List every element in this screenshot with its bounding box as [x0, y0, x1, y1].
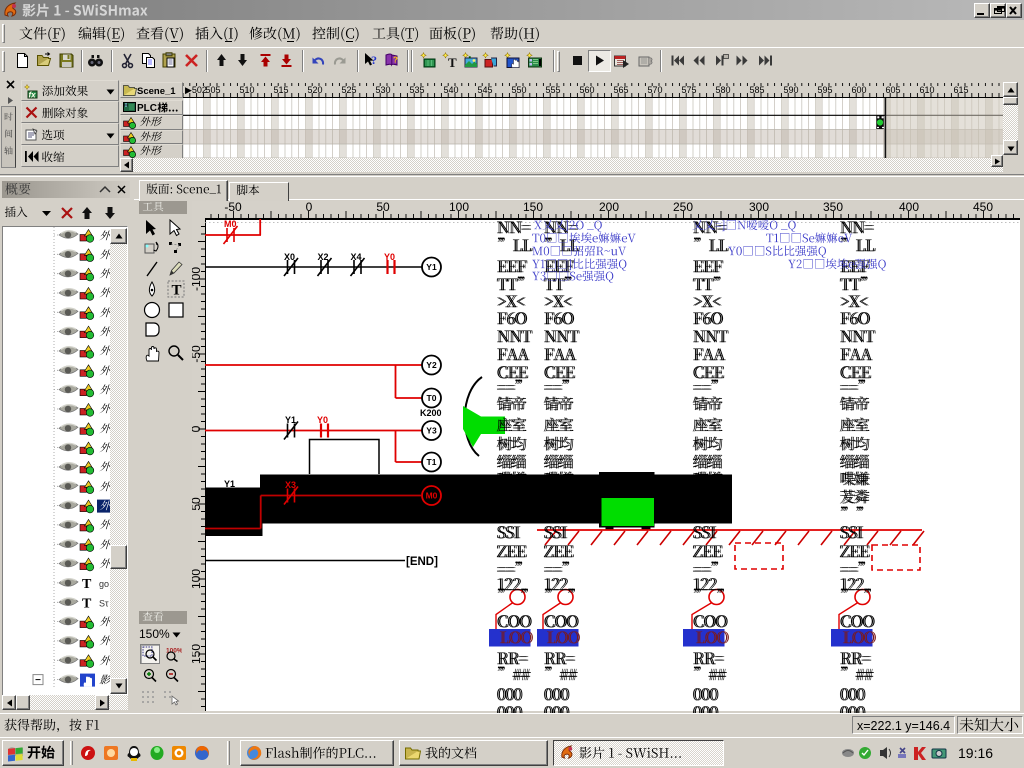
svg-text:-100: -100 [192, 267, 203, 291]
svg-text:510: 510 [239, 85, 254, 95]
svg-text:M0: M0 [224, 219, 237, 229]
svg-text:525: 525 [341, 85, 356, 95]
svg-text:560: 560 [579, 85, 594, 95]
svg-text:520: 520 [307, 85, 322, 95]
svg-text:T: T [172, 283, 182, 299]
svg-text:50: 50 [376, 201, 390, 214]
svg-text:580: 580 [715, 85, 730, 95]
svg-text:545: 545 [477, 85, 492, 95]
svg-text:505: 505 [205, 85, 220, 95]
svg-text:-50: -50 [224, 201, 242, 214]
svg-text:600: 600 [851, 85, 866, 95]
svg-text:570: 570 [647, 85, 662, 95]
svg-text:300: 300 [749, 201, 769, 214]
svg-text:T: T [448, 55, 457, 69]
svg-text:150: 150 [523, 201, 543, 214]
svg-text:T1: T1 [427, 457, 437, 467]
svg-text:605: 605 [885, 85, 900, 95]
svg-text:X0: X0 [284, 252, 295, 262]
svg-text:[END]: [END] [406, 556, 438, 568]
svg-text:610: 610 [919, 85, 934, 95]
svg-text:?: ? [371, 53, 377, 67]
svg-text:250: 250 [673, 201, 693, 214]
svg-text:K200: K200 [420, 408, 442, 418]
svg-text:M0: M0 [426, 491, 438, 501]
svg-text:615: 615 [953, 85, 968, 95]
svg-text:X2: X2 [318, 252, 329, 262]
svg-text:Y2: Y2 [426, 360, 437, 370]
svg-text:gο: gο [99, 579, 109, 589]
svg-text:595: 595 [817, 85, 832, 95]
svg-text:Y1: Y1 [285, 415, 296, 425]
svg-text:50: 50 [192, 497, 203, 511]
svg-text:515: 515 [273, 85, 288, 95]
svg-text:350: 350 [823, 201, 843, 214]
svg-text:Sτ: Sτ [99, 598, 109, 608]
svg-text:200: 200 [599, 201, 619, 214]
svg-text:575: 575 [681, 85, 696, 95]
svg-text:530: 530 [375, 85, 390, 95]
svg-text:Y0: Y0 [384, 252, 395, 262]
svg-text:450: 450 [973, 201, 993, 214]
svg-text:565: 565 [613, 85, 628, 95]
svg-text:535: 535 [409, 85, 424, 95]
svg-text:100: 100 [192, 569, 203, 589]
svg-text:T: T [82, 577, 92, 592]
svg-text:540: 540 [443, 85, 458, 95]
svg-text:Y3: Y3 [426, 426, 437, 436]
svg-text:585: 585 [749, 85, 764, 95]
svg-text:0: 0 [306, 201, 313, 214]
svg-text:0: 0 [192, 425, 203, 432]
svg-text:100: 100 [449, 201, 469, 214]
svg-text:-50: -50 [192, 345, 203, 363]
svg-text:555: 555 [545, 85, 560, 95]
svg-text:T: T [82, 596, 92, 611]
svg-text:590: 590 [783, 85, 798, 95]
svg-text:T0: T0 [427, 393, 437, 403]
svg-text:150: 150 [192, 644, 203, 664]
svg-text:400: 400 [899, 201, 919, 214]
svg-text:550: 550 [511, 85, 526, 95]
svg-text:Y0: Y0 [317, 415, 328, 425]
svg-text:Y1: Y1 [426, 262, 437, 272]
svg-text:Y1: Y1 [224, 479, 235, 489]
svg-text:X3: X3 [285, 480, 296, 490]
svg-text:fx: fx [29, 91, 37, 100]
svg-text:?: ? [393, 56, 398, 65]
svg-text:X4: X4 [351, 252, 362, 262]
svg-text:▶502: ▶502 [185, 85, 207, 95]
